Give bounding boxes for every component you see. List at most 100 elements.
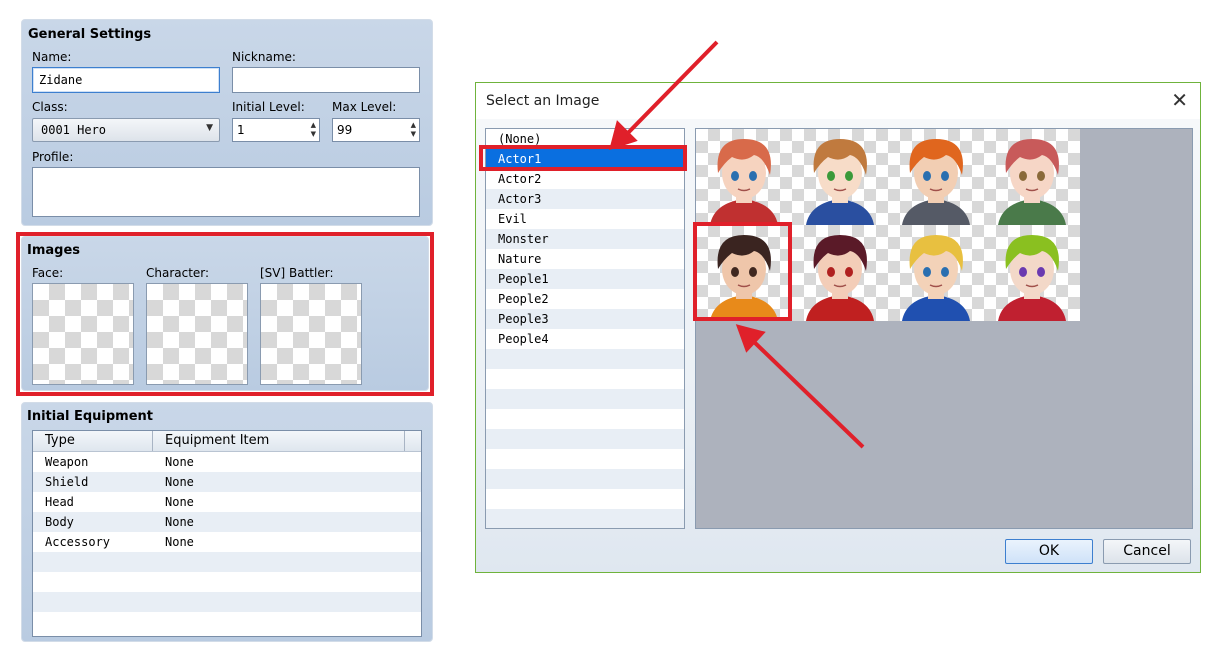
list-item[interactable]: People2 [486,289,684,309]
equipment-item-cell: None [165,475,194,489]
equipment-type-cell: Accessory [45,535,111,549]
face-portrait[interactable] [984,129,1080,225]
list-item-label: Evil [498,212,527,226]
spin-up-icon[interactable]: ▲ [411,122,416,129]
equipment-type-cell: Body [45,515,74,529]
image-preview[interactable] [695,128,1193,529]
portrait-icon [998,235,1066,321]
selected-face-highlight-box [693,222,792,321]
equipment-title: Initial Equipment [27,409,154,424]
table-row[interactable]: Accessory None [33,532,421,552]
list-item-label: Nature [498,252,542,266]
images-highlight-box [16,232,434,396]
face-portrait[interactable] [696,129,792,225]
portrait-icon [806,235,874,321]
list-item[interactable]: Actor2 [486,169,684,189]
max-level-value: 99 [337,123,353,137]
column-separator [152,431,153,451]
list-item [486,469,684,489]
list-item [486,389,684,409]
name-value: Zidane [39,73,83,87]
list-item[interactable]: Evil [486,209,684,229]
list-item [486,489,684,509]
equipment-item-cell: None [165,515,194,529]
list-item[interactable]: Actor3 [486,189,684,209]
list-item[interactable]: Nature [486,249,684,269]
list-item-label: People2 [498,292,549,306]
name-label: Name: [32,50,72,64]
selected-file-highlight-box [479,145,687,171]
initial-level-value: 1 [237,123,245,137]
initial-level-stepper[interactable]: 1 ▲ ▼ [232,118,320,142]
list-item[interactable]: People4 [486,329,684,349]
general-settings-title: General Settings [28,27,152,42]
chevron-down-icon: ▼ [206,123,213,133]
equipment-type-cell: Head [45,495,74,509]
table-row [33,552,421,572]
general-settings-panel: General Settings Name: Zidane Nickname: … [21,19,433,226]
spin-down-icon[interactable]: ▼ [311,131,316,138]
portrait-icon [902,139,970,225]
equipment-panel: Initial Equipment Type Equipment Item We… [21,402,433,642]
list-item [486,429,684,449]
class-dropdown[interactable]: 0001 Hero ▼ [32,118,220,142]
class-label: Class: [32,100,68,114]
column-type[interactable]: Type [45,433,75,448]
list-item-label: Actor3 [498,192,542,206]
list-item-label: People4 [498,332,549,346]
face-portrait[interactable] [888,129,984,225]
table-row[interactable]: Shield None [33,472,421,492]
portrait-icon [998,139,1066,225]
cancel-button[interactable]: Cancel [1103,539,1191,564]
class-value: 0001 Hero [41,123,107,137]
ok-button[interactable]: OK [1005,539,1093,564]
list-item[interactable]: People3 [486,309,684,329]
profile-label: Profile: [32,150,74,164]
profile-textarea[interactable] [32,167,420,217]
equipment-item-cell: None [165,495,194,509]
face-portrait[interactable] [792,225,888,321]
spin-up-icon[interactable]: ▲ [311,122,316,129]
table-header: Type Equipment Item [33,431,421,452]
max-level-stepper[interactable]: 99 ▲ ▼ [332,118,420,142]
list-item-label: Monster [498,232,549,246]
list-item [486,509,684,528]
equipment-table[interactable]: Type Equipment Item Weapon None Shield None… [32,430,422,637]
column-equipment-item[interactable]: Equipment Item [165,433,269,448]
column-separator [404,431,405,451]
list-item [486,349,684,369]
dialog-title: Select an Image [486,93,600,109]
portrait-icon [902,235,970,321]
table-row [33,592,421,612]
list-item[interactable]: Monster [486,229,684,249]
list-item[interactable]: People1 [486,269,684,289]
list-item-label: (None) [498,132,542,146]
image-file-list[interactable]: (None) Actor1 Actor2 Actor3 Evil Monster Natur… [485,128,685,529]
spin-down-icon[interactable]: ▼ [411,131,416,138]
equipment-type-cell: Weapon [45,455,89,469]
table-row[interactable]: Head None [33,492,421,512]
list-item-label: Actor2 [498,172,542,186]
table-row [33,612,421,632]
equipment-item-cell: None [165,455,194,469]
portrait-icon [806,139,874,225]
face-portrait[interactable] [984,225,1080,321]
list-item [486,369,684,389]
nickname-field[interactable] [232,67,420,93]
table-row[interactable]: Weapon None [33,452,421,472]
portrait-icon [710,139,778,225]
equipment-item-cell: None [165,535,194,549]
list-item-label: People1 [498,272,549,286]
table-row [33,572,421,592]
list-item-label: People3 [498,312,549,326]
close-icon[interactable]: ✕ [1171,90,1188,110]
name-field[interactable]: Zidane [32,67,220,93]
initial-level-label: Initial Level: [232,100,305,114]
face-portrait[interactable] [792,129,888,225]
nickname-label: Nickname: [232,50,296,64]
list-item [486,409,684,429]
equipment-type-cell: Shield [45,475,89,489]
table-row[interactable]: Body None [33,512,421,532]
max-level-label: Max Level: [332,100,397,114]
face-portrait[interactable] [888,225,984,321]
